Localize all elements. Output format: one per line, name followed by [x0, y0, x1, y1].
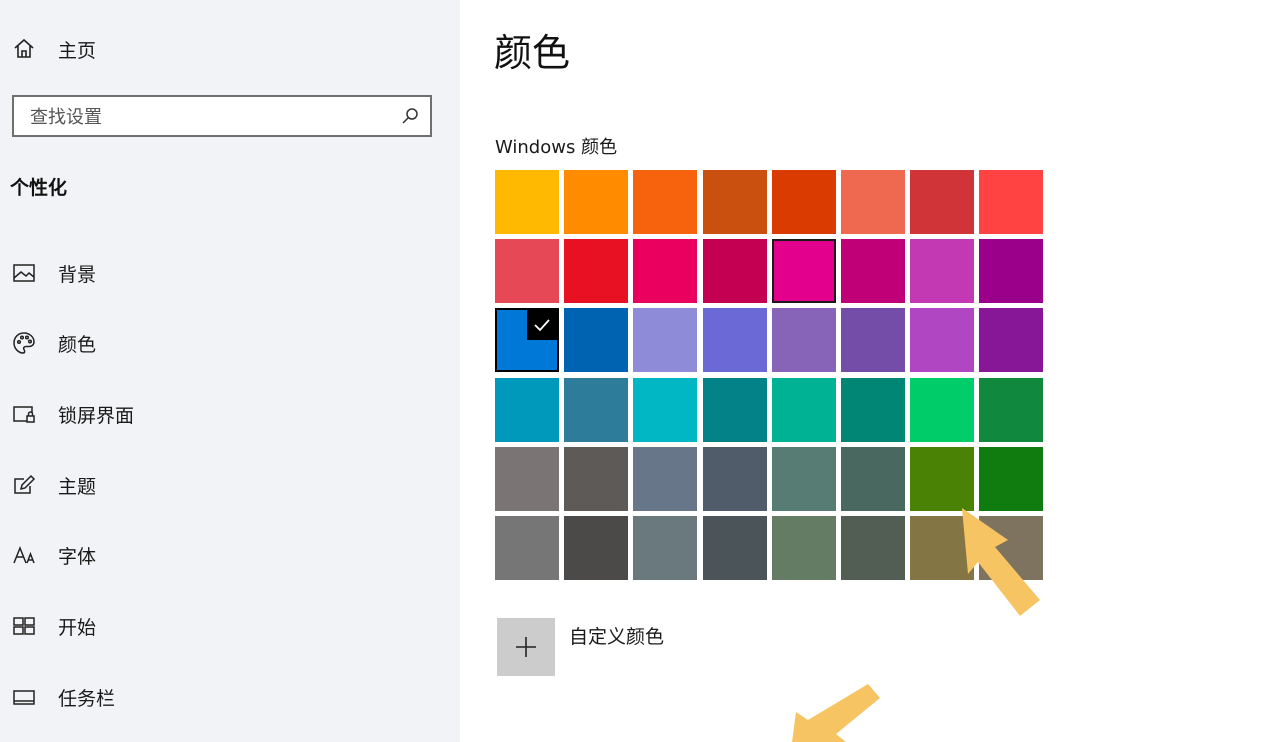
color-swatch[interactable] — [495, 170, 559, 234]
color-swatch[interactable] — [633, 308, 697, 372]
color-swatch[interactable] — [979, 516, 1043, 580]
sidebar: 主页 个性化 背景 颜色 锁屏界面 — [0, 0, 460, 742]
sidebar-item-label: 锁屏界面 — [58, 404, 135, 427]
sidebar-item-label: 背景 — [58, 263, 97, 286]
custom-color-button[interactable] — [497, 618, 555, 676]
color-swatch[interactable] — [772, 516, 836, 580]
color-swatch[interactable] — [910, 239, 974, 303]
color-swatch[interactable] — [772, 447, 836, 511]
taskbar-icon — [11, 684, 37, 710]
color-swatch[interactable] — [703, 308, 767, 372]
sidebar-item-label: 任务栏 — [58, 687, 116, 710]
sidebar-item-background[interactable]: 背景 — [0, 248, 460, 298]
color-swatch-selected[interactable] — [495, 308, 559, 372]
color-swatch[interactable] — [841, 378, 905, 442]
annotation-arrow-down — [792, 684, 880, 742]
color-swatch[interactable] — [772, 170, 836, 234]
custom-color-label: 自定义颜色 — [569, 626, 665, 648]
sidebar-item-lock-screen[interactable]: 锁屏界面 — [0, 389, 460, 439]
lock-screen-icon — [11, 401, 37, 427]
theme-icon — [11, 472, 37, 498]
color-swatch[interactable] — [495, 239, 559, 303]
color-swatch[interactable] — [703, 516, 767, 580]
sidebar-item-label: 颜色 — [58, 333, 97, 356]
color-swatch[interactable] — [979, 308, 1043, 372]
palette-label: Windows 颜色 — [495, 137, 618, 158]
color-swatch[interactable] — [910, 516, 974, 580]
color-swatch[interactable] — [633, 516, 697, 580]
color-swatch[interactable] — [910, 170, 974, 234]
color-swatch[interactable] — [979, 447, 1043, 511]
color-swatch[interactable] — [564, 170, 628, 234]
color-swatch-grid — [495, 170, 1043, 582]
sidebar-item-start[interactable]: 开始 — [0, 601, 460, 651]
color-swatch[interactable] — [979, 378, 1043, 442]
start-icon — [11, 613, 37, 639]
color-swatch[interactable] — [495, 516, 559, 580]
sidebar-item-themes[interactable]: 主题 — [0, 460, 460, 510]
color-swatch[interactable] — [841, 516, 905, 580]
color-swatch[interactable] — [772, 378, 836, 442]
plus-icon — [516, 637, 536, 657]
home-nav-item[interactable]: 主页 — [0, 24, 460, 74]
color-swatch[interactable] — [979, 170, 1043, 234]
palette-icon — [11, 330, 37, 356]
color-swatch[interactable] — [910, 378, 974, 442]
color-swatch[interactable] — [841, 308, 905, 372]
font-icon — [11, 542, 37, 568]
color-swatch[interactable] — [910, 447, 974, 511]
color-swatch[interactable] — [841, 170, 905, 234]
sidebar-item-colors[interactable]: 颜色 — [0, 318, 460, 368]
section-title: 个性化 — [10, 177, 68, 199]
color-swatch[interactable] — [772, 308, 836, 372]
picture-icon — [11, 260, 37, 286]
color-swatch[interactable] — [772, 239, 836, 303]
color-swatch[interactable] — [633, 447, 697, 511]
search-box[interactable] — [12, 95, 432, 137]
color-swatch[interactable] — [841, 239, 905, 303]
color-swatch[interactable] — [564, 447, 628, 511]
sidebar-item-label: 开始 — [58, 616, 97, 639]
sidebar-item-label: 主题 — [58, 475, 97, 498]
color-swatch[interactable] — [633, 170, 697, 234]
color-swatch[interactable] — [703, 239, 767, 303]
color-swatch[interactable] — [564, 378, 628, 442]
color-swatch[interactable] — [910, 308, 974, 372]
color-swatch[interactable] — [564, 239, 628, 303]
sidebar-item-label: 字体 — [58, 545, 97, 568]
color-swatch[interactable] — [703, 170, 767, 234]
color-swatch[interactable] — [979, 239, 1043, 303]
color-swatch[interactable] — [495, 447, 559, 511]
sidebar-item-taskbar[interactable]: 任务栏 — [0, 672, 460, 722]
home-icon — [11, 36, 37, 62]
home-label: 主页 — [58, 39, 97, 62]
color-swatch[interactable] — [633, 239, 697, 303]
color-swatch[interactable] — [703, 378, 767, 442]
search-icon[interactable] — [400, 106, 420, 126]
color-swatch[interactable] — [633, 378, 697, 442]
color-swatch[interactable] — [703, 447, 767, 511]
sidebar-item-fonts[interactable]: 字体 — [0, 530, 460, 580]
color-swatch[interactable] — [495, 378, 559, 442]
color-swatch[interactable] — [564, 516, 628, 580]
color-swatch[interactable] — [841, 447, 905, 511]
search-input[interactable] — [28, 97, 392, 137]
checkmark-icon — [527, 310, 557, 340]
color-swatch[interactable] — [564, 308, 628, 372]
page-title: 颜色 — [494, 31, 571, 75]
